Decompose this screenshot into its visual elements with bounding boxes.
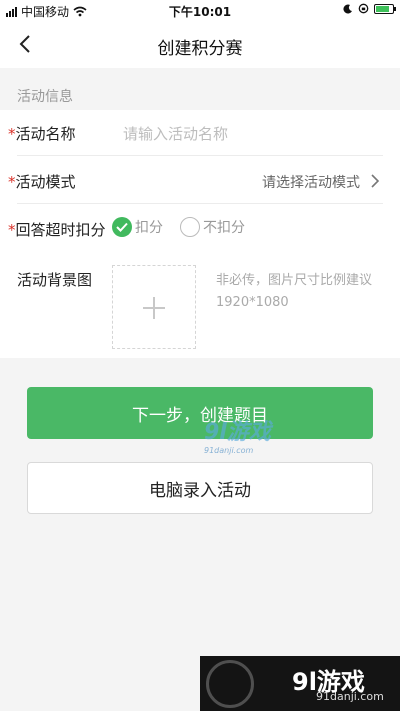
rotation-lock-icon [358, 3, 369, 14]
activity-name-label: *活动名称 [8, 125, 76, 143]
watermark-logo: 9l游戏 91danji.com [204, 420, 271, 455]
pc-entry-button[interactable]: 电脑录入活动 [27, 462, 373, 514]
activity-form: *活动名称 请输入活动名称 *活动模式 请选择活动模式 *回答超时扣分 扣分 不… [0, 110, 400, 358]
divider [17, 203, 383, 204]
nav-bar: 创建积分赛 [0, 22, 400, 68]
activity-mode-select[interactable]: 请选择活动模式 [262, 172, 360, 192]
upload-hint: 非必传，图片尺寸比例建议1920*1080 [216, 273, 373, 310]
timeout-deduct-label: *回答超时扣分 [8, 221, 106, 239]
plus-icon [153, 297, 155, 319]
radio-deduct[interactable]: 扣分 [112, 217, 163, 237]
page-title: 创建积分赛 [157, 39, 243, 59]
section-title: 活动信息 [17, 89, 73, 105]
chevron-right-icon[interactable] [370, 173, 380, 189]
image-upload-button[interactable] [112, 265, 196, 349]
activity-name-input[interactable]: 请输入活动名称 [123, 123, 228, 144]
radio-empty-icon[interactable] [180, 217, 200, 237]
status-bar: 中国移动 下午10:01 [0, 0, 400, 22]
required-mark: * [8, 173, 16, 191]
activity-mode-row[interactable]: *活动模式 请选择活动模式 [0, 158, 400, 204]
check-icon[interactable] [112, 217, 132, 237]
status-right [343, 3, 396, 14]
radio-deduct-label: 扣分 [135, 220, 163, 236]
moon-icon [343, 4, 352, 14]
status-time: 下午10:01 [168, 5, 232, 19]
brand-ring-icon [206, 660, 254, 708]
activity-mode-label: *活动模式 [8, 173, 76, 191]
background-image-label: 活动背景图 [17, 271, 93, 289]
next-create-questions-button[interactable]: 下一步，创建题目 [27, 387, 373, 439]
radio-no-deduct-label: 不扣分 [203, 220, 245, 236]
battery-icon [374, 3, 396, 14]
activity-name-row: *活动名称 请输入活动名称 [0, 110, 400, 156]
timeout-deduct-row: *回答超时扣分 扣分 不扣分 [0, 206, 400, 252]
section-header: 活动信息 [0, 78, 400, 110]
divider [17, 155, 383, 156]
required-mark: * [8, 221, 16, 239]
radio-no-deduct[interactable]: 不扣分 [180, 217, 245, 237]
required-mark: * [8, 125, 16, 143]
brand-url: 91danji.com [316, 690, 384, 703]
